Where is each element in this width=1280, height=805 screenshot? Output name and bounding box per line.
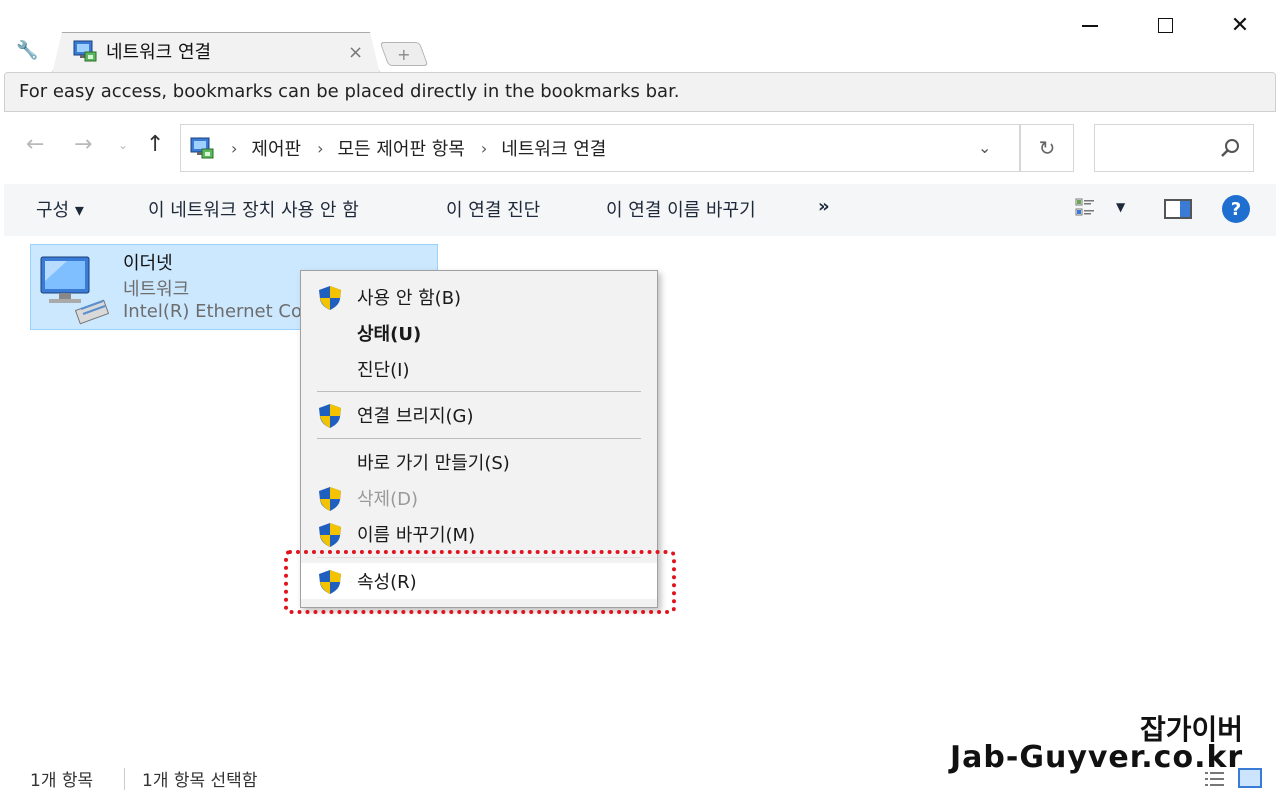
plus-icon: + bbox=[397, 44, 411, 64]
menu-item-label: 삭제(D) bbox=[357, 489, 419, 510]
item-count: 1개 항목 bbox=[30, 771, 94, 791]
menu-item-status[interactable]: 상태(U) bbox=[301, 315, 657, 351]
breadcrumb-separator: › bbox=[480, 138, 488, 158]
view-options-dropdown[interactable]: ▼ bbox=[1116, 200, 1125, 214]
wrench-icon[interactable]: 🔧 bbox=[16, 40, 38, 61]
breadcrumb-all-items[interactable]: 모든 제어판 항목 bbox=[338, 135, 465, 161]
rename-connection-button[interactable]: 이 연결 이름 바꾸기 bbox=[606, 196, 756, 222]
menu-item-label: 바로 가기 만들기(S) bbox=[357, 453, 510, 474]
menu-item-bridge[interactable]: 연결 브리지(G) bbox=[301, 397, 657, 433]
watermark-url: Jab-Guyver.co.kr bbox=[950, 740, 1244, 775]
menu-separator bbox=[317, 391, 641, 392]
preview-pane-icon[interactable] bbox=[1164, 199, 1192, 219]
tab-content: 네트워크 연결 bbox=[72, 38, 211, 64]
more-commands-button[interactable]: » bbox=[818, 196, 830, 217]
breadcrumb: › 제어판 › 모든 제어판 항목 › 네트워크 연결 bbox=[215, 135, 606, 161]
tab-title: 네트워크 연결 bbox=[106, 42, 212, 63]
menu-item-label: 속성(R) bbox=[357, 572, 417, 593]
breadcrumb-control-panel[interactable]: 제어판 bbox=[251, 135, 301, 161]
network-folder-icon bbox=[73, 40, 97, 62]
tab-close-button[interactable]: × bbox=[348, 42, 363, 63]
search-input[interactable] bbox=[1094, 124, 1254, 172]
up-button[interactable]: ↑ bbox=[146, 132, 164, 157]
adapter-name: 이더넷 bbox=[123, 253, 173, 274]
minimize-button[interactable] bbox=[1070, 8, 1110, 42]
menu-item-create-shortcut[interactable]: 바로 가기 만들기(S) bbox=[301, 444, 657, 480]
uac-shield-icon bbox=[319, 570, 341, 594]
menu-item-diagnose[interactable]: 진단(I) bbox=[301, 351, 657, 387]
address-dropdown-button[interactable]: ⌄ bbox=[978, 138, 991, 157]
maximize-button[interactable] bbox=[1145, 8, 1185, 42]
uac-shield-icon bbox=[319, 523, 341, 547]
context-menu: 사용 안 함(B) 상태(U) 진단(I) 연결 브리지(G) 바로 가기 만들… bbox=[300, 270, 658, 608]
new-tab-button[interactable]: + bbox=[379, 42, 429, 66]
menu-item-properties[interactable]: 속성(R) bbox=[301, 563, 657, 599]
recent-locations-button[interactable]: ⌄ bbox=[118, 138, 128, 152]
close-window-button[interactable]: ✕ bbox=[1220, 8, 1260, 42]
maximize-icon bbox=[1157, 17, 1173, 33]
network-folder-icon bbox=[190, 137, 214, 159]
menu-item-label: 상태(U) bbox=[357, 324, 422, 345]
back-button[interactable]: ← bbox=[26, 132, 44, 157]
menu-item-disable[interactable]: 사용 안 함(B) bbox=[301, 279, 657, 315]
uac-shield-icon bbox=[319, 286, 341, 310]
organize-button[interactable]: 구성 ▾ bbox=[36, 196, 84, 222]
selection-count: 1개 항목 선택함 bbox=[142, 771, 258, 791]
bookmarks-bar: For easy access, bookmarks can be placed… bbox=[4, 72, 1276, 112]
status-divider bbox=[124, 768, 125, 790]
menu-separator bbox=[317, 438, 641, 439]
adapter-device: Intel(R) Ethernet Cor bbox=[123, 301, 310, 322]
forward-button[interactable]: → bbox=[74, 132, 92, 157]
uac-shield-icon bbox=[319, 487, 341, 511]
menu-item-label: 연결 브리지(G) bbox=[357, 406, 474, 427]
breadcrumb-separator: › bbox=[317, 138, 324, 158]
minimize-icon bbox=[1082, 25, 1098, 27]
change-view-icon[interactable] bbox=[1074, 197, 1098, 221]
menu-item-label: 진단(I) bbox=[357, 360, 410, 381]
menu-separator bbox=[317, 557, 641, 558]
uac-shield-icon bbox=[319, 404, 341, 428]
adapter-status: 네트워크 bbox=[123, 279, 190, 300]
menu-item-label: 이름 바꾸기(M) bbox=[357, 525, 476, 546]
address-bar[interactable]: › 제어판 › 모든 제어판 항목 › 네트워크 연결 bbox=[180, 124, 1020, 172]
menu-item-rename[interactable]: 이름 바꾸기(M) bbox=[301, 516, 657, 552]
search-icon bbox=[1221, 139, 1239, 157]
disable-device-button[interactable]: 이 네트워크 장치 사용 안 함 bbox=[148, 196, 359, 222]
menu-item-delete[interactable]: 삭제(D) bbox=[301, 480, 657, 516]
refresh-button[interactable]: ↻ bbox=[1020, 124, 1074, 172]
diagnose-button[interactable]: 이 연결 진단 bbox=[446, 196, 540, 222]
file-explorer-window: ✕ 🔧 네트워크 연결 × + For easy access, bookmar… bbox=[0, 0, 1280, 805]
breadcrumb-network-connections[interactable]: 네트워크 연결 bbox=[501, 135, 606, 161]
help-icon[interactable]: ? bbox=[1222, 195, 1250, 223]
menu-item-label: 사용 안 함(B) bbox=[357, 288, 462, 309]
network-adapter-icon bbox=[40, 256, 110, 325]
bookmarks-hint: For easy access, bookmarks can be placed… bbox=[19, 81, 680, 102]
breadcrumb-separator: › bbox=[231, 138, 238, 158]
